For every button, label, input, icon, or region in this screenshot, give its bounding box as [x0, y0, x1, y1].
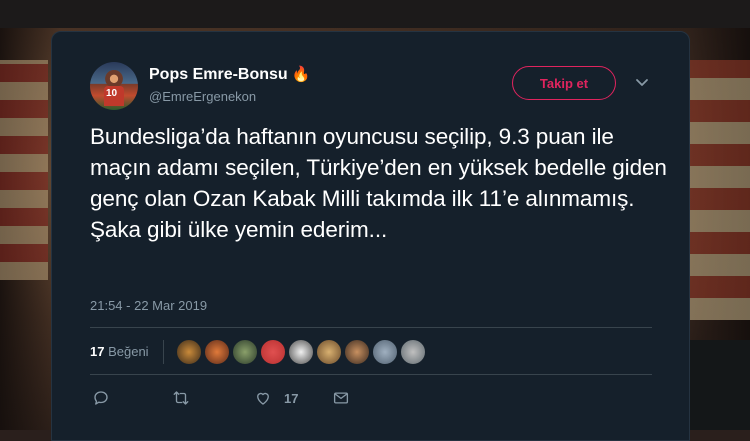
divider [90, 327, 652, 328]
chevron-down-icon[interactable] [634, 74, 650, 90]
likes-separator [163, 340, 164, 364]
liker-avatar[interactable] [232, 339, 258, 365]
background-top-bar [0, 0, 750, 28]
avatar-jersey-number: 10 [106, 88, 118, 99]
reply-button[interactable] [92, 389, 110, 407]
liker-avatar[interactable] [400, 339, 426, 365]
author-name[interactable]: Pops Emre-Bonsu [149, 66, 288, 83]
like-count: 17 [284, 390, 299, 406]
liker-avatar[interactable] [204, 339, 230, 365]
author-handle[interactable]: @EmreErgenekon [149, 89, 256, 104]
avatar[interactable]: 10 [90, 62, 138, 110]
tweet-actions: 17 [90, 387, 652, 413]
liker-avatar[interactable] [288, 339, 314, 365]
tweet-card: 10 Pops Emre-Bonsu 🔥 @EmreErgenekon Takip… [51, 31, 690, 441]
likes-count: 17 [90, 344, 105, 359]
divider [90, 374, 652, 375]
heart-icon [257, 392, 269, 405]
retweet-icon [173, 391, 189, 405]
fire-icon: 🔥 [291, 66, 311, 83]
background-banner-right [690, 60, 750, 320]
reply-icon [94, 391, 108, 405]
likes-row: 17 Beğeni [90, 334, 652, 370]
liker-avatar[interactable] [176, 339, 202, 365]
follow-button[interactable]: Takip et [512, 66, 616, 100]
liker-avatar[interactable] [260, 339, 286, 365]
liker-avatar[interactable] [344, 339, 370, 365]
liker-avatar[interactable] [316, 339, 342, 365]
retweet-button[interactable] [172, 389, 190, 407]
background-banner-left [0, 60, 48, 280]
like-button[interactable]: 17 [254, 389, 298, 407]
tweet-text: Bundesliga’da haftanın oyuncusu seçilip,… [90, 124, 667, 242]
envelope-icon [333, 392, 349, 404]
liker-avatar[interactable] [372, 339, 398, 365]
background-corner [680, 340, 750, 430]
message-button[interactable] [332, 389, 350, 407]
author-name-row[interactable]: Pops Emre-Bonsu 🔥 [149, 65, 310, 84]
tweet-timestamp[interactable]: 21:54 - 22 Mar 2019 [90, 298, 207, 313]
likes-label: Beğeni [108, 344, 149, 359]
likes-summary[interactable]: 17 Beğeni [90, 344, 149, 359]
